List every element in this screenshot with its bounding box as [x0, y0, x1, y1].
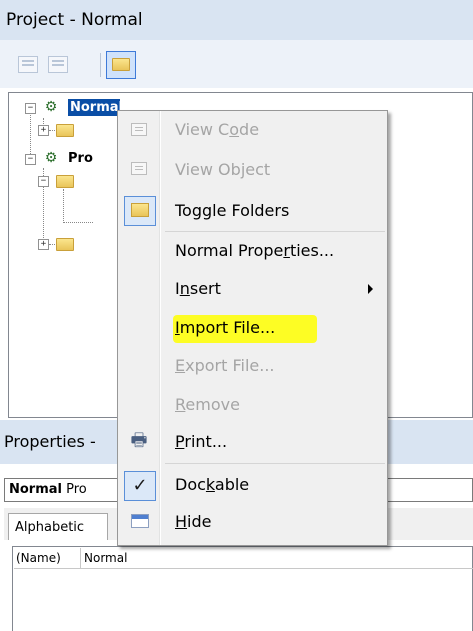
collapse-node-icon[interactable]: − — [25, 154, 36, 165]
printer-icon: 🖶 — [130, 430, 148, 451]
submenu-arrow-icon — [368, 284, 373, 294]
collapse-node-icon[interactable]: − — [25, 103, 36, 114]
folder-icon — [131, 203, 149, 217]
property-value[interactable]: Normal — [84, 548, 127, 568]
checkmark-icon: ✓ — [132, 475, 148, 496]
menu-item-remove[interactable]: Remove — [175, 395, 240, 415]
property-name: (Name) — [16, 551, 61, 565]
vba-project-icon: ⚙ — [44, 150, 58, 166]
hide-window-icon — [131, 514, 149, 528]
menu-item-view-code[interactable]: View Code — [175, 120, 259, 140]
tree-node-normal[interactable]: Normal — [68, 99, 120, 116]
expand-node-icon[interactable]: + — [38, 239, 49, 250]
menu-item-export-file[interactable]: Export File... — [175, 356, 275, 376]
collapse-node-icon[interactable]: − — [38, 176, 49, 187]
folder-icon — [56, 124, 74, 137]
menu-item-toggle-folders[interactable]: Toggle Folders — [175, 201, 289, 221]
menu-item-import-file[interactable]: Import File... — [175, 318, 275, 338]
menu-item-print[interactable]: Print... — [175, 432, 227, 452]
view-object-icon — [131, 162, 147, 175]
folder-icon — [56, 238, 74, 251]
object-name: Normal — [9, 482, 62, 497]
vba-project-icon: ⚙ — [44, 99, 58, 115]
view-code-icon — [131, 123, 147, 136]
property-row[interactable]: (Name) Normal — [14, 548, 473, 569]
view-object-icon[interactable] — [48, 56, 68, 73]
project-window-title: Project - Normal — [0, 0, 473, 40]
tree-node-project[interactable]: Pro — [68, 150, 116, 167]
folder-open-icon — [56, 175, 74, 188]
folder-icon — [112, 58, 130, 71]
menu-item-hide[interactable]: Hide — [175, 512, 211, 532]
menu-item-insert[interactable]: Insert — [175, 279, 221, 299]
expand-node-icon[interactable]: + — [38, 125, 49, 136]
project-toolbar — [0, 40, 473, 88]
view-code-icon[interactable] — [18, 56, 38, 73]
toggle-folders-button[interactable] — [106, 51, 136, 79]
toolbar-separator — [100, 53, 101, 77]
menu-item-view-object[interactable]: View Object — [175, 160, 270, 180]
tab-alphabetic[interactable]: Alphabetic — [8, 513, 108, 540]
menu-item-normal-properties[interactable]: Normal Properties... — [175, 241, 334, 261]
menu-item-dockable[interactable]: Dockable — [175, 475, 249, 495]
object-type: Pro — [66, 482, 87, 497]
